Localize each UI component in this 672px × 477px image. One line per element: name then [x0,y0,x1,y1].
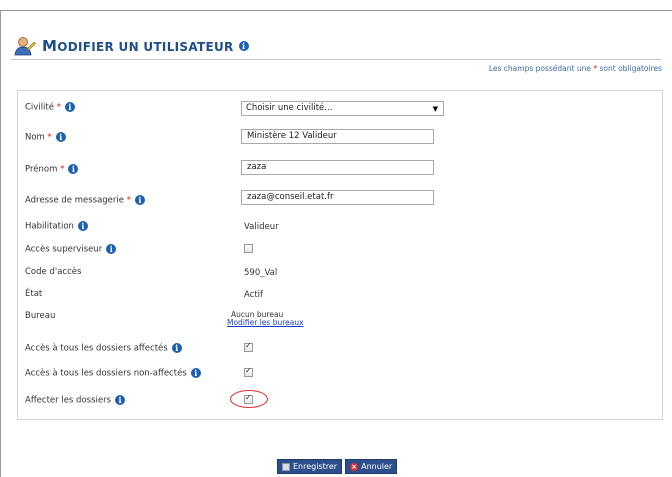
page-header: MODIFIER UN UTILISATEUR i [14,36,249,56]
acces-non-affectes-label: Accès à tous les dossiers non-affectés i [25,368,201,379]
acces-non-affectes-row: Accès à tous les dossiers non-affectés i [25,368,201,379]
acces-superviseur-checkbox[interactable] [244,244,253,253]
acces-affectes-label: Accès à tous les dossiers affectés i [25,343,182,354]
habilitation-row: Habilitation i [25,221,88,232]
highlight-ellipse [230,390,268,408]
etat-value: Actif [244,290,264,300]
modifier-bureaux-link[interactable]: Modifier les bureaux [227,319,304,327]
info-icon[interactable]: i [171,343,182,353]
code-acces-label: Code d'accès [25,267,82,277]
user-edit-icon [14,37,36,56]
prenom-row: Prénom * i [25,164,79,175]
chevron-down-icon: ▼ [432,105,438,113]
bureau-row: Bureau [25,311,55,321]
nom-label: Nom * i [25,132,66,143]
code-acces-value: 590_Val [244,268,278,278]
email-label: Adresse de messagerie * i [25,195,145,206]
email-row: Adresse de messagerie * i [25,195,145,206]
cancel-button-label: Annuler [361,462,393,471]
info-icon[interactable]: i [238,41,249,51]
nom-row: Nom * i [25,132,66,143]
habilitation-value: Valideur [244,222,279,232]
affecter-dossiers-label: Affecter les dossiers i [25,395,126,406]
info-icon[interactable]: i [115,395,126,405]
acces-affectes-row: Accès à tous les dossiers affectés i [25,343,182,354]
affecter-dossiers-row: Affecter les dossiers i [25,395,126,406]
cancel-icon: × [350,462,359,471]
info-icon[interactable]: i [64,102,75,112]
prenom-label: Prénom * i [25,164,79,175]
cancel-button[interactable]: × Annuler [345,459,398,474]
info-icon[interactable]: i [77,221,88,231]
save-button-label: Enregistrer [293,462,338,471]
info-icon[interactable]: i [55,132,66,142]
civilite-selected-value: Choisir une civilité... [246,103,333,113]
bureau-value-block: Aucun bureau Modifier les bureaux [227,311,304,327]
save-button[interactable]: Enregistrer [277,459,343,474]
page-title: MODIFIER UN UTILISATEUR [42,37,234,55]
info-icon[interactable]: i [106,244,117,254]
acces-non-affectes-checkbox[interactable] [244,366,253,377]
acces-affectes-checkbox[interactable] [244,341,253,352]
floppy-icon [282,462,290,471]
email-input[interactable]: zaza@conseil.etat.fr [241,190,434,205]
prenom-input[interactable]: zaza [241,160,434,175]
civilite-label: Civilité * i [25,102,75,113]
acces-superviseur-label: Accès superviseur i [25,244,117,255]
bureau-label: Bureau [25,311,56,321]
info-icon[interactable]: i [134,195,145,205]
code-acces-row: Code d'accès [25,267,81,277]
civilite-select[interactable]: Choisir une civilité... ▼ [241,101,444,116]
info-icon[interactable]: i [190,368,201,378]
required-fields-note: Les champs possédant une * sont obligato… [488,64,662,73]
title-divider [11,59,661,60]
form-buttons: Enregistrer × Annuler [277,459,400,474]
civilite-row: Civilité * i [25,102,75,113]
etat-label: État [25,289,43,299]
habilitation-label: Habilitation i [25,221,88,232]
acces-superviseur-row: Accès superviseur i [25,244,117,255]
etat-row: État [25,289,42,299]
info-icon[interactable]: i [68,164,79,174]
nom-input[interactable]: Ministère 12 Valideur [241,129,434,144]
